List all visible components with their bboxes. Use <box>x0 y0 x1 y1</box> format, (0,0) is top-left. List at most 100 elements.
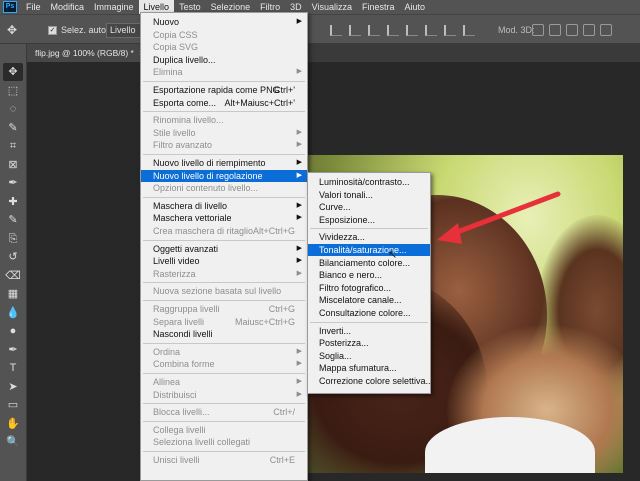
menu-item-soglia[interactable]: Soglia... <box>308 350 430 362</box>
menu-item-nuovo-livello-di-regolazione[interactable]: Nuovo livello di regolazione ▶ <box>141 169 307 182</box>
menu-item-inverti[interactable]: Inverti... <box>308 325 430 337</box>
auto-select-label: Selez. auto: <box>61 25 109 35</box>
zoom-icon[interactable]: 🔍 <box>3 433 23 451</box>
menu-item-valori-tonali[interactable]: Valori tonali... <box>308 189 430 201</box>
menu-item-correzione-colore-selettiva[interactable]: Correzione colore selettiva... <box>308 375 433 387</box>
menu-item-filtro-fotografico[interactable]: Filtro fotografico... <box>308 282 430 294</box>
eyedropper-icon[interactable]: ✒ <box>3 174 23 192</box>
menu-item-label: Allinea <box>153 377 181 387</box>
menu-item-shortcut: Ctrl+/ <box>273 407 295 418</box>
menu-item-esportazione-rapida-come-png[interactable]: Esportazione rapida come PNG Ctrl+' <box>141 84 307 96</box>
menu-separator <box>143 300 305 301</box>
brush-icon[interactable]: ✎ <box>3 211 23 229</box>
menu-item-luminosit-contrasto[interactable]: Luminosità/contrasto... <box>308 176 430 188</box>
menu-file[interactable]: File <box>21 0 46 14</box>
scale-3d-icon[interactable] <box>600 24 612 36</box>
menu-modifica[interactable]: Modifica <box>46 0 90 14</box>
lasso-icon[interactable]: ◌ <box>3 100 23 118</box>
menu-item-label: Esportazione rapida come PNG <box>153 85 280 95</box>
menu-item-bianco-e-nero[interactable]: Bianco e nero... <box>308 269 430 281</box>
menu-item-nuovo-livello-di-riempimento[interactable]: Nuovo livello di riempimento ▶ <box>141 157 307 169</box>
menu-item-esporta-come[interactable]: Esporta come... Alt+Maiusc+Ctrl+' <box>141 97 307 109</box>
menu-item-label: Opzioni contenuto livello... <box>153 183 259 194</box>
dodge-icon[interactable]: ● <box>3 322 23 340</box>
menu-item-bilanciamento-colore[interactable]: Bilanciamento colore... <box>308 257 430 269</box>
menu-item-mappa-sfumatura[interactable]: Mappa sfumatura... <box>308 362 430 374</box>
photoshop-logo: Ps <box>3 1 17 13</box>
menu-item-nuovo[interactable]: Nuovo ▶ <box>141 16 307 28</box>
distribute-icon[interactable] <box>444 25 456 36</box>
menu-item-label: Nuovo livello di riempimento <box>153 158 266 168</box>
roll-3d-icon[interactable] <box>549 24 561 36</box>
menu-item-nascondi-livelli[interactable]: Nascondi livelli <box>141 328 307 340</box>
align-center-icon[interactable] <box>349 25 361 36</box>
crop-icon[interactable]: ⌗ <box>3 137 23 155</box>
hand-icon[interactable]: ✋ <box>3 415 23 433</box>
align-bottom-icon[interactable] <box>425 25 437 36</box>
menu-item-label: Inverti... <box>319 325 352 336</box>
menu-finestra[interactable]: Finestra <box>357 0 400 14</box>
slide-3d-icon[interactable] <box>583 24 595 36</box>
menu-item-label: Miscelatore canale... <box>319 295 402 306</box>
history-brush-icon[interactable]: ↺ <box>3 248 23 266</box>
menu-item-label: Livelli video <box>153 256 200 267</box>
menu-item-consultazione-colore[interactable]: Consultazione colore... <box>308 307 430 319</box>
align-left-icon[interactable] <box>330 25 342 36</box>
document-tab[interactable]: flip.jpg @ 100% (RGB/8) *× <box>27 44 154 62</box>
menu-item-vividezza[interactable]: Vividezza... <box>308 231 430 243</box>
menu-item-label: Copia CSS <box>153 29 198 40</box>
menu-aiuto[interactable]: Aiuto <box>400 0 431 14</box>
auto-select-checkbox[interactable]: ✓ <box>48 26 57 35</box>
type-icon[interactable]: T <box>3 359 23 377</box>
menu-item-label: Filtro fotografico... <box>319 282 392 293</box>
healing-brush-icon[interactable]: ✚ <box>3 193 23 211</box>
menu-item-livelli-video[interactable]: Livelli video ▶ <box>141 255 307 267</box>
rectangle-icon[interactable]: ▭ <box>3 396 23 414</box>
distribute-horizontal-icon[interactable] <box>463 25 475 36</box>
menu-immagine[interactable]: Immagine <box>89 0 139 14</box>
auto-select-dropdown[interactable]: Livello <box>106 23 144 38</box>
submenu-arrow-icon: ▶ <box>296 347 302 355</box>
menu-item-oggetti-avanzati[interactable]: Oggetti avanzati ▶ <box>141 243 307 255</box>
menu-item-esposizione[interactable]: Esposizione... <box>308 214 430 226</box>
marquee-icon[interactable]: ⬚ <box>3 82 23 100</box>
pan-3d-icon[interactable] <box>566 24 578 36</box>
menu-item-miscelatore-canale[interactable]: Miscelatore canale... <box>308 294 430 306</box>
frame-icon[interactable]: ⊠ <box>3 156 23 174</box>
clone-stamp-icon[interactable]: ⎘ <box>3 230 23 248</box>
livello-menu: Nuovo ▶ Copia CSS Copia SVG Duplica livello.… <box>140 12 308 481</box>
menu-item-seleziona-livelli-collegati: Seleziona livelli collegati <box>141 436 307 448</box>
quick-select-icon[interactable]: ✎ <box>3 119 23 137</box>
submenu-arrow-icon: ▶ <box>296 360 302 368</box>
menu-item-curve[interactable]: Curve... <box>308 201 430 213</box>
menu-item-nuova-sezione-basata-sul-livello: Nuova sezione basata sul livello <box>141 285 307 297</box>
menu-item-elimina: Elimina ▶ <box>141 66 307 78</box>
mode-3d-icons <box>532 24 617 36</box>
submenu-arrow-icon: ▶ <box>296 378 302 385</box>
blur-icon[interactable]: 💧 <box>3 304 23 322</box>
gradient-icon[interactable]: ▦ <box>3 285 23 303</box>
orbit-3d-icon[interactable] <box>532 24 544 36</box>
menu-item-maschera-di-livello[interactable]: Maschera di livello ▶ <box>141 200 307 212</box>
pen-icon[interactable]: ✒ <box>3 341 23 359</box>
document-tab-bar: flip.jpg @ 100% (RGB/8) *× <box>27 44 640 62</box>
align-right-icon[interactable] <box>368 25 380 36</box>
move-tool-icon[interactable]: ✥ <box>3 63 23 81</box>
menu-item-label: Soglia... <box>319 350 352 361</box>
path-select-icon[interactable]: ➤ <box>3 378 23 396</box>
align-middle-icon[interactable] <box>406 25 418 36</box>
submenu-arrow-icon: ▶ <box>296 159 302 166</box>
menu-item-label: Esposizione... <box>319 214 376 225</box>
eraser-icon[interactable]: ⌫ <box>3 267 23 285</box>
menu-item-tonalit-saturazione[interactable]: Tonalità/saturazione... <box>308 244 430 256</box>
menu-item-posterizza[interactable]: Posterizza... <box>308 337 430 349</box>
align-top-icon[interactable] <box>387 25 399 36</box>
menu-item-label: Stile livello <box>153 127 196 138</box>
move-tool-icon[interactable]: ✥ <box>7 23 29 37</box>
menu-item-duplica-livello[interactable]: Duplica livello... <box>141 54 307 66</box>
menu-item-maschera-vettoriale[interactable]: Maschera vettoriale ▶ <box>141 212 307 224</box>
align-icons-group <box>330 25 482 36</box>
menu-visualizza[interactable]: Visualizza <box>307 0 357 14</box>
menu-item-copia-css: Copia CSS <box>141 29 307 41</box>
menu-item-label: Combina forme <box>153 359 215 370</box>
